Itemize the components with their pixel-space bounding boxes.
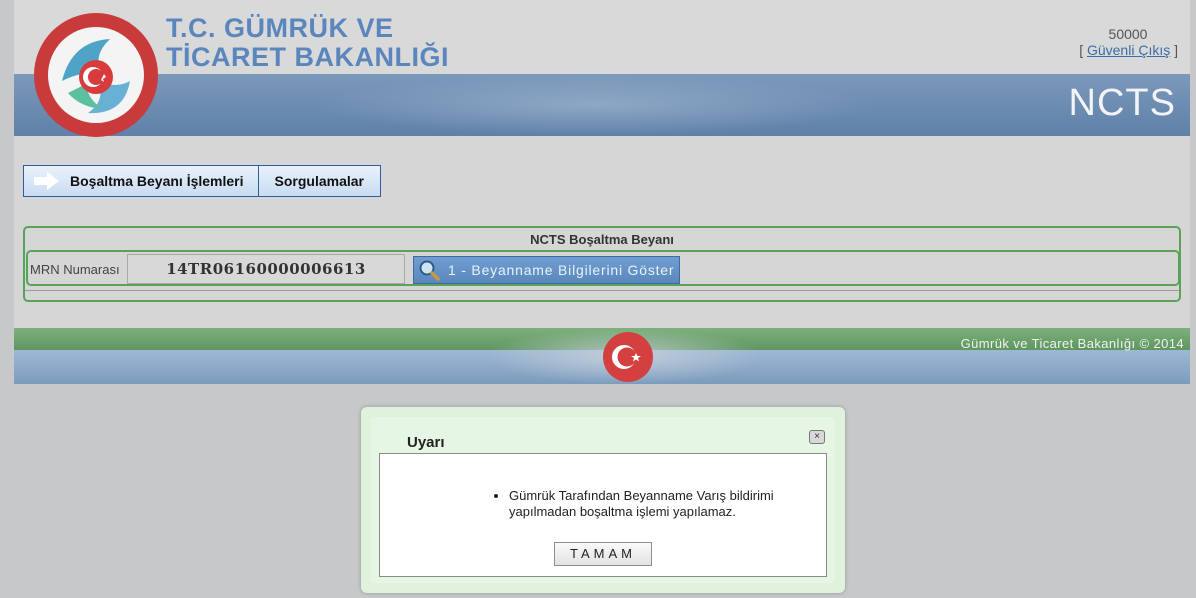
- turkish-flag-emblem-icon: [603, 332, 653, 382]
- user-box: 50000 [ Güvenli Çıkış ]: [1078, 26, 1178, 58]
- header: T.C. GÜMRÜK VE TİCARET BAKANLIĞI 50000 […: [14, 0, 1190, 137]
- dialog-body: Gümrük Tarafından Beyanname Varış bildir…: [379, 453, 827, 577]
- panel-divider: [25, 290, 1179, 291]
- logout-link[interactable]: Güvenli Çıkış: [1087, 42, 1170, 58]
- brand-line-1: T.C. GÜMRÜK VE: [166, 13, 394, 43]
- ministry-logo: [34, 13, 158, 137]
- main-menu: Boşaltma Beyanı İşlemleri Sorgulamalar: [23, 165, 382, 197]
- menu-item-label: Boşaltma Beyanı İşlemleri: [70, 173, 244, 189]
- dialog-message-item: Gümrük Tarafından Beyanname Varış bildir…: [509, 488, 794, 520]
- header-banner: [14, 74, 1190, 136]
- dialog-message: Gümrük Tarafından Beyanname Varış bildir…: [494, 488, 794, 520]
- app-name: NCTS: [1068, 82, 1176, 124]
- footer-copyright: Gümrük ve Ticaret Bakanlığı © 2014: [960, 336, 1184, 351]
- brand-title: T.C. GÜMRÜK VE TİCARET BAKANLIĞI: [166, 14, 449, 72]
- panel-title: NCTS Boşaltma Beyanı: [530, 232, 674, 247]
- close-icon[interactable]: ×: [809, 430, 825, 444]
- show-declaration-label: 1 - Beyanname Bilgilerini Göster: [448, 262, 675, 278]
- menu-item-label: Sorgulamalar: [274, 173, 365, 189]
- ok-button[interactable]: TAMAM: [554, 542, 652, 566]
- warning-dialog: Uyarı × Gümrük Tarafından Beyanname Varı…: [361, 407, 845, 593]
- mrn-row: MRN Numarası 14TR06160000006613 1 - Beya…: [26, 250, 1180, 286]
- page: T.C. GÜMRÜK VE TİCARET BAKANLIĞI 50000 […: [14, 0, 1190, 384]
- mrn-field[interactable]: 14TR06160000006613: [127, 254, 405, 284]
- magnifier-icon: [419, 260, 440, 281]
- show-declaration-button[interactable]: 1 - Beyanname Bilgilerini Göster: [413, 256, 680, 284]
- mrn-label: MRN Numarası: [30, 262, 120, 277]
- logout-bracket-open: [: [1079, 42, 1087, 58]
- footer: Gümrük ve Ticaret Bakanlığı © 2014: [14, 328, 1190, 384]
- user-id: 50000: [1108, 26, 1148, 42]
- bosaltma-panel: NCTS Boşaltma Beyanı MRN Numarası 14TR06…: [23, 226, 1181, 302]
- menu-item-bosaltma-beyani[interactable]: Boşaltma Beyanı İşlemleri: [24, 166, 259, 196]
- brand-line-2: TİCARET BAKANLIĞI: [166, 42, 449, 72]
- dialog-title: Uyarı: [407, 434, 445, 451]
- dialog-window: Uyarı × Gümrük Tarafından Beyanname Varı…: [371, 417, 835, 583]
- arrow-right-icon: [34, 172, 59, 190]
- logout-bracket-close: ]: [1170, 42, 1178, 58]
- menu-item-sorgulamalar[interactable]: Sorgulamalar: [258, 166, 381, 196]
